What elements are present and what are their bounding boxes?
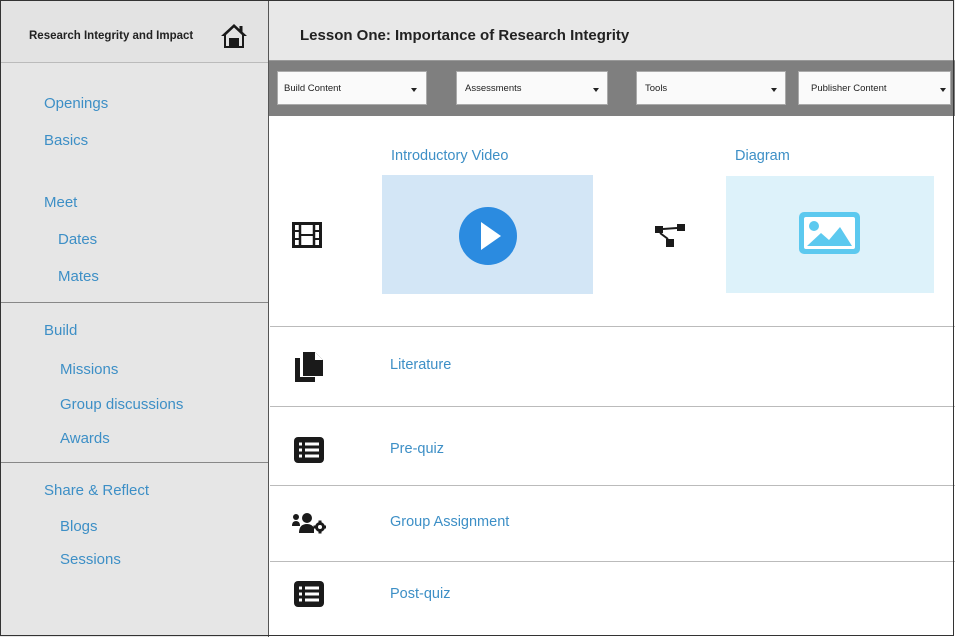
window-frame	[0, 0, 954, 636]
